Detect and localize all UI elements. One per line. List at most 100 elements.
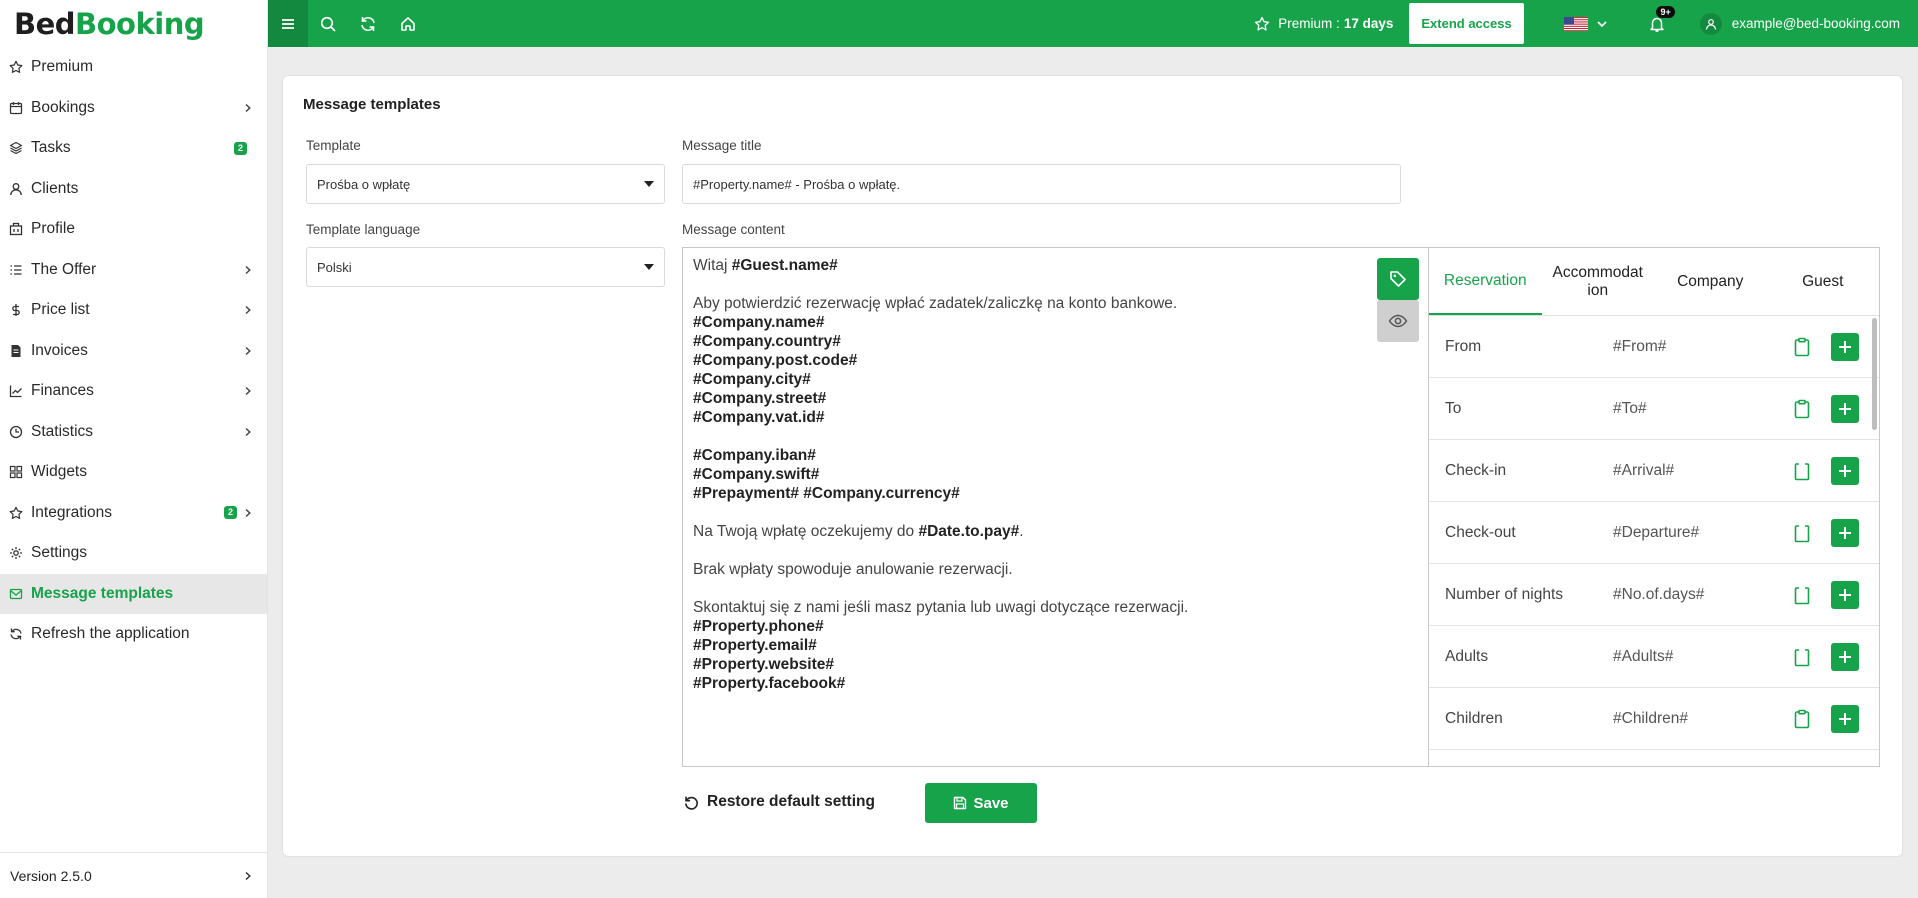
layers-icon [9, 141, 23, 155]
preview-button[interactable] [1377, 300, 1419, 342]
template-variable: #Company.country# [693, 333, 841, 350]
language-selector[interactable] [1563, 16, 1608, 31]
chevron-right-icon [243, 265, 253, 275]
sidebar-item-finances[interactable]: Finances [0, 371, 267, 412]
premium-label: Premium : [1278, 16, 1340, 31]
message-content-label: Message content [682, 222, 785, 237]
variable-row: Number of nights #No.of.days# [1429, 564, 1879, 626]
restore-default-button[interactable]: Restore default setting [683, 793, 875, 811]
dollar-icon [9, 303, 23, 317]
us-flag-icon [1563, 16, 1588, 31]
template-select[interactable]: Prośba o wpłatę [306, 164, 665, 204]
sidebar-item-refresh-the-application[interactable]: Refresh the application [0, 614, 267, 655]
sidebar-item-label: Clients [31, 179, 79, 197]
clipboard-icon[interactable] [1791, 584, 1813, 606]
brand-logo[interactable]: Bed Booking [0, 0, 267, 47]
editor-line: #Company.city# [693, 370, 1418, 389]
sidebar-item-label: Refresh the application [31, 625, 190, 643]
clipboard-icon[interactable] [1791, 646, 1813, 668]
add-variable-button[interactable] [1831, 394, 1859, 423]
editor-text: Na Twoją wpłatę oczekujemy do [693, 523, 919, 540]
template-language-value: Polski [317, 259, 352, 275]
editor-line: Witaj #Guest.name# [693, 256, 1418, 275]
save-button[interactable]: Save [925, 783, 1037, 823]
message-content-area: Witaj #Guest.name# Aby potwierdzić rezerw… [682, 247, 1880, 767]
clock-icon [9, 425, 23, 439]
template-variable: #Company.name# [693, 314, 825, 331]
variables-tabs: Reservation Accommodat ion Company Guest [1429, 248, 1879, 316]
template-variable: #Company.vat.id# [693, 409, 825, 426]
add-variable-button[interactable] [1831, 580, 1859, 609]
variable-name: From [1445, 337, 1482, 355]
insert-variable-button[interactable] [1377, 258, 1419, 300]
template-variable: #Property.facebook# [693, 675, 846, 692]
grid-icon [9, 465, 23, 479]
add-variable-button[interactable] [1831, 642, 1859, 671]
variable-code: #Adults# [1613, 647, 1674, 665]
template-variable: #Property.phone# [693, 618, 824, 635]
sidebar-item-message-templates[interactable]: Message templates [0, 573, 267, 614]
clipboard-icon[interactable] [1791, 522, 1813, 544]
count-badge: 2 [223, 506, 237, 520]
add-variable-button[interactable] [1831, 332, 1859, 361]
tab-accommodat-ion[interactable]: Accommodat ion [1542, 248, 1655, 315]
refresh-icon[interactable] [348, 0, 388, 47]
template-language-select[interactable]: Polski [306, 247, 665, 287]
extend-access-button[interactable]: Extend access [1409, 3, 1524, 44]
menu-icon[interactable] [268, 0, 308, 47]
user-menu[interactable]: example@bed-booking.com [1699, 12, 1900, 35]
scrollbar-thumb[interactable] [1872, 318, 1877, 430]
sidebar-item-the-offer[interactable]: The Offer [0, 250, 267, 291]
premium-days: 17 days [1343, 16, 1394, 31]
version-footer[interactable]: Version 2.5.0 [0, 852, 267, 898]
editor-line: Skontaktuj się z nami jeśli masz pytania… [693, 598, 1418, 617]
chart-icon [9, 384, 23, 398]
caret-down-icon [644, 181, 654, 187]
tab-reservation[interactable]: Reservation [1429, 248, 1542, 315]
sidebar-item-settings[interactable]: Settings [0, 533, 267, 574]
add-variable-button[interactable] [1831, 456, 1859, 485]
editor-text: Aby potwierdzić rezerwację wpłać zadatek… [693, 295, 1178, 312]
user-icon [1705, 18, 1716, 30]
sidebar-item-integrations[interactable]: Integrations 2 [0, 493, 267, 534]
clipboard-icon[interactable] [1791, 336, 1813, 358]
message-title-value: #Property.name# - Prośba o wpłatę. [693, 176, 901, 192]
chevron-right-icon [243, 386, 253, 396]
tab-guest[interactable]: Guest [1767, 248, 1880, 315]
clipboard-icon[interactable] [1791, 708, 1813, 730]
refresh-icon [9, 627, 23, 641]
sidebar-item-profile[interactable]: Profile [0, 209, 267, 250]
message-templates-card: Message templates Template Prośba o wpła… [282, 75, 1903, 857]
sidebar-item-clients[interactable]: Clients [0, 169, 267, 210]
sidebar-item-widgets[interactable]: Widgets [0, 452, 267, 493]
editor-text: . [1019, 523, 1024, 540]
sidebar-item-label: Message templates [31, 584, 174, 602]
add-variable-button[interactable] [1831, 518, 1859, 547]
editor-line: #Prepayment# #Company.currency# [693, 484, 1418, 503]
sidebar-item-price-list[interactable]: Price list [0, 290, 267, 331]
clipboard-icon[interactable] [1791, 460, 1813, 482]
count-badge: 2 [233, 141, 247, 155]
message-content-editor[interactable]: Witaj #Guest.name# Aby potwierdzić rezerw… [683, 248, 1428, 766]
editor-text: Witaj [693, 257, 732, 274]
sidebar-item-premium[interactable]: Premium [0, 47, 267, 88]
variable-name: Children [1445, 709, 1503, 727]
clipboard-icon[interactable] [1791, 398, 1813, 420]
message-title-input[interactable]: #Property.name# - Prośba o wpłatę. [682, 164, 1401, 204]
template-variable: #Company.city# [693, 371, 811, 388]
add-variable-button[interactable] [1831, 704, 1859, 733]
brand-part-2: Booking [75, 6, 205, 41]
sidebar-item-tasks[interactable]: Tasks 2 [0, 128, 267, 169]
search-icon[interactable] [308, 0, 348, 47]
sidebar-item-statistics[interactable]: Statistics [0, 412, 267, 453]
home-icon[interactable] [388, 0, 428, 47]
sidebar-item-invoices[interactable]: Invoices [0, 331, 267, 372]
notifications-button[interactable]: 9+ [1648, 5, 1675, 33]
invoice-icon [9, 344, 23, 358]
template-variable: #Company.swift# [693, 466, 820, 483]
tab-company[interactable]: Company [1654, 248, 1767, 315]
variables-scrollbar[interactable] [1872, 316, 1877, 766]
sidebar-item-bookings[interactable]: Bookings [0, 88, 267, 129]
